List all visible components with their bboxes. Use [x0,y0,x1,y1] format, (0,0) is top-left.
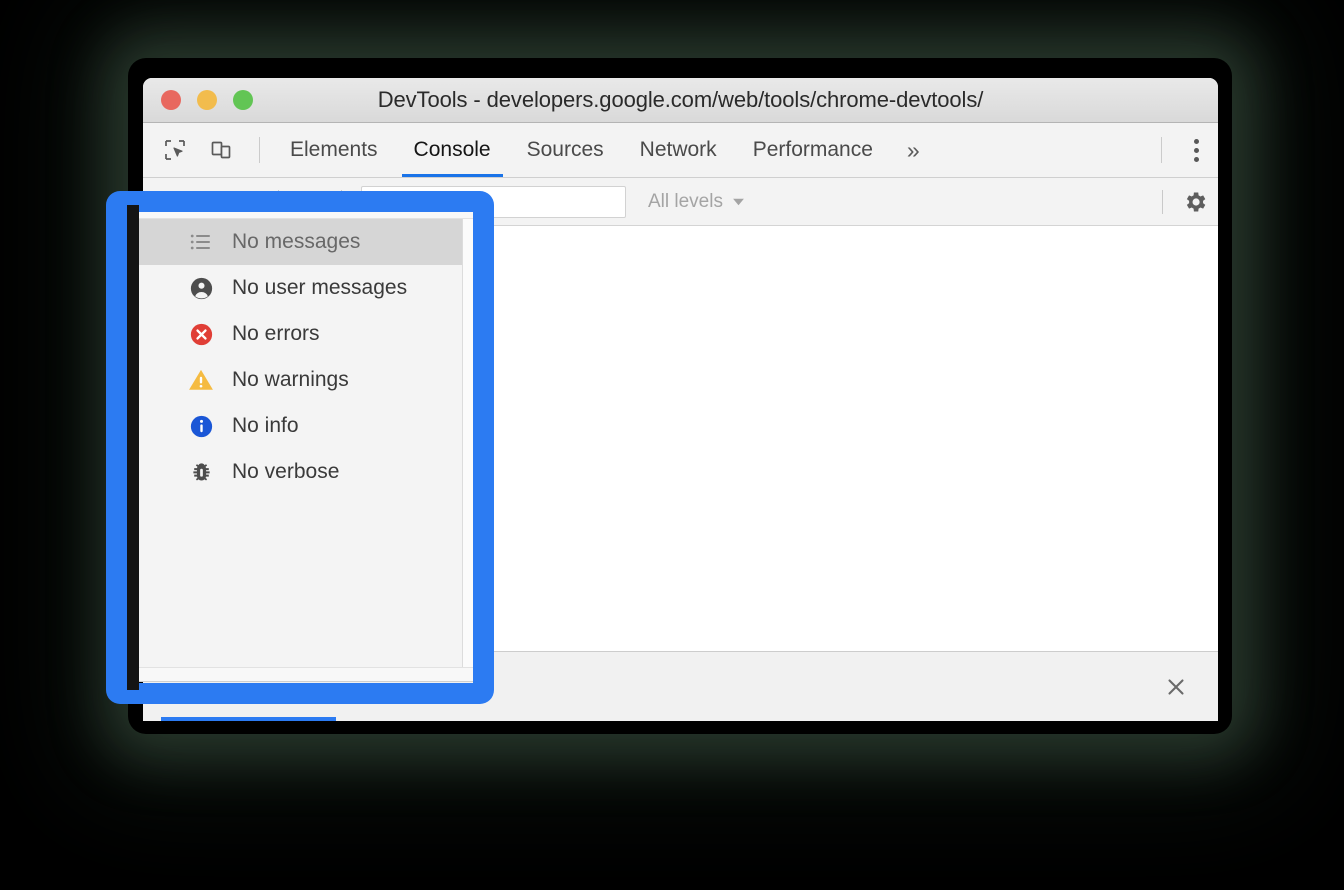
dropdown-item-label: No user messages [232,276,408,299]
device-toolbar-icon[interactable] [201,130,241,170]
dropdown-item-no-messages[interactable]: No messages [138,219,476,265]
dropdown-item-no-warnings[interactable]: No warnings [138,357,476,403]
dropdown-item-label: No errors [232,322,320,345]
kebab-menu-icon[interactable] [1174,123,1218,177]
tab-label: Elements [290,138,378,161]
tab-label: Sources [526,138,604,161]
title-bar: DevTools - developers.google.com/web/too… [143,78,1218,123]
tab-console[interactable]: Console [396,123,509,177]
tab-label: Network [639,138,717,161]
dropdown-item-label: No warnings [232,368,349,391]
minimize-window-button[interactable] [197,90,217,110]
bug-icon [188,459,214,485]
console-sidebar-dropdown: No messages No user messages No errors N… [137,207,477,682]
dropdown-scrollbar[interactable] [462,219,476,667]
info-icon [188,413,214,439]
tab-sources[interactable]: Sources [509,123,622,177]
overflow-label: » [906,136,920,163]
tab-label: Performance [752,138,873,161]
devtools-tab-bar: Elements Console Sources Network Perform… [143,123,1218,178]
warning-icon [188,367,214,393]
dropdown-item-label: No verbose [232,460,340,483]
tab-elements[interactable]: Elements [272,123,396,177]
log-level-dropdown[interactable]: All levels [648,191,745,213]
dropdown-item-no-verbose[interactable]: No verbose [138,449,476,495]
maximize-window-button[interactable] [233,90,253,110]
window-title: DevTools - developers.google.com/web/too… [377,87,984,112]
person-icon [188,275,214,301]
screenshot-root: DevTools - developers.google.com/web/too… [0,0,1344,890]
close-window-button[interactable] [161,90,181,110]
gear-icon[interactable] [1172,179,1218,225]
tool-divider [259,137,260,163]
drawer-active-tab-underline [161,717,336,721]
close-icon[interactable] [1156,667,1196,707]
tab-bar-right [1149,123,1218,177]
more-tabs-icon[interactable]: » [891,137,934,164]
dropdown-item-list: No messages No user messages No errors N… [138,219,476,495]
dropdown-bottom-strip [138,667,476,681]
inspect-element-icon[interactable] [155,130,195,170]
tab-label: Console [413,138,491,161]
dropdown-item-no-info[interactable]: No info [138,403,476,449]
dropdown-item-label: No messages [232,230,361,253]
dropdown-item-label: No info [232,414,299,437]
traffic-lights [161,90,253,110]
chevron-down-icon [732,195,745,208]
tab-network[interactable]: Network [622,123,735,177]
settings-divider [1162,189,1163,214]
error-icon [188,321,214,347]
console-toolbar-right [1153,179,1218,225]
list-icon [188,229,214,255]
dropdown-item-no-errors[interactable]: No errors [138,311,476,357]
tab-bar-tools [143,130,272,170]
dropdown-top-strip [138,207,476,219]
panel-tabs: Elements Console Sources Network Perform… [272,123,934,177]
menu-divider [1161,137,1162,163]
tab-performance[interactable]: Performance [735,123,891,177]
log-level-label: All levels [648,190,723,212]
dropdown-item-no-user-messages[interactable]: No user messages [138,265,476,311]
